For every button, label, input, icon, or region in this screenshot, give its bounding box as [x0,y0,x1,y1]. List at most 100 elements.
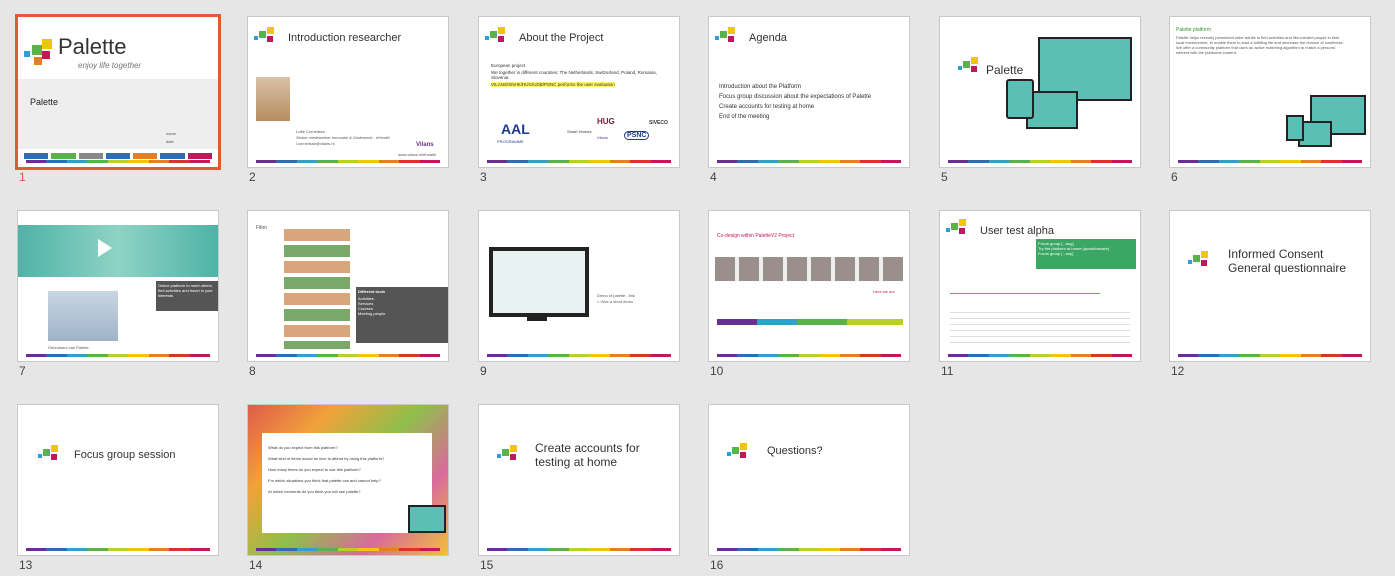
palette-logo-icon [946,219,968,239]
slide-thumbnail-9[interactable]: Demo of palette - link > Give a short de… [478,210,684,382]
slide-7-preview[interactable]: Online platform to meet others, find act… [17,210,219,362]
slide-thumbnail-10[interactable]: Co-design within PaletteV2 Project Here … [708,210,914,382]
slide-15-title: Create accounts for testing at home [535,441,640,469]
slide-sorter-grid: Palette enjoy life together Palette name… [0,0,1395,572]
researcher-photo [256,77,290,121]
slide-number: 10 [710,364,724,378]
slide-thumbnail-12[interactable]: Informed Consent General questionnaire 1… [1169,210,1375,382]
palette-logo-icon [1188,251,1210,271]
slide-6-title: Palette platform [1176,27,1212,33]
slide-thumbnail-4[interactable]: Agenda Introduction about the Platform F… [708,16,914,188]
slide-2-preview[interactable]: Introduction researcher Lotte Cornelisse… [247,16,449,168]
tools-box: Different tools Activities Services Cour… [356,287,448,343]
bullet: European project [491,63,526,68]
slide-thumbnail-3[interactable]: About the Project European project We to… [478,16,684,188]
bullet: What do you expect from this platform? [268,445,338,450]
slide-3-preview[interactable]: About the Project European project We to… [478,16,680,168]
website-hero-image [18,225,218,277]
older-man-photo [48,291,118,341]
slide-11-preview[interactable]: User test alpha Focus group [...aug] Try… [939,210,1141,362]
slide-thumbnail-6[interactable]: Palette platform Palette helps recently … [1169,16,1375,188]
aal-logo: AAL [501,121,530,137]
tools-box-title: Different tools [358,289,386,294]
play-icon[interactable] [98,239,112,257]
slide-thumbnail-1[interactable]: Palette enjoy life together Palette name… [15,14,223,188]
slide-8-filter-label: Filter [256,225,268,231]
slide-thumbnail-5[interactable]: Palette 5 [939,16,1145,188]
tablet-mockup [1286,115,1304,141]
rainbow-bar [256,160,440,163]
slide-thumbnail-8[interactable]: Filter Different tools Activities Servic… [247,210,453,382]
slide-thumbnail-14[interactable]: What do you expect from this platform? W… [247,404,453,576]
slide-10-preview[interactable]: Co-design within PaletteV2 Project Here … [708,210,910,362]
slide-number: 13 [19,558,33,572]
slide-13-title: Focus group session [74,449,176,461]
palette-logo-icon [24,39,54,67]
rainbow-bar [717,548,901,551]
slide-thumbnail-13[interactable]: Focus group session 13 [17,404,223,576]
slide-14-preview[interactable]: What do you expect from this platform? W… [247,404,449,556]
slide-1-preview[interactable]: Palette enjoy life together Palette name… [15,14,221,170]
slide-8-preview[interactable]: Filter Different tools Activities Servic… [247,210,449,362]
slide-6-body: Palette helps recently pensioned older a… [1176,35,1344,55]
slide-number: 11 [941,364,954,378]
slide-3-bullets: European project We together in differen… [491,63,671,89]
slide-number: 8 [249,364,256,378]
rainbow-bar [717,160,901,163]
rainbow-bar [1178,160,1362,163]
slide-15-preview[interactable]: Create accounts for testing at home [478,404,680,556]
slide-number: 2 [249,170,256,184]
rainbow-bar [26,354,210,357]
rainbow-bar [948,354,1132,357]
tablet-mockup [1006,79,1034,119]
slide-12-preview[interactable]: Informed Consent General questionnaire [1169,210,1371,362]
slide-1-subtitle: Palette [30,97,59,107]
hug-logo: HUG [597,117,615,126]
slide-5-preview[interactable]: Palette [939,16,1141,168]
rainbow-bar [948,160,1132,163]
slide-4-title: Agenda [749,32,787,44]
slide-number: 15 [480,558,494,572]
rainbow-bar [1178,354,1362,357]
aal-programme-label: PROGRAMME [497,139,524,144]
monitor-stand-icon [527,313,547,321]
photo-strip [715,257,903,281]
slide-13-preview[interactable]: Focus group session [17,404,219,556]
siveco-logo: SIVECO [649,120,668,126]
palette-logo-icon [715,27,737,47]
caption-box: Online platform to meet others, find act… [156,281,218,311]
slide-thumbnail-16[interactable]: Questions? 16 [708,404,914,576]
researcher-name: Lotte Cornelisse [296,129,325,134]
slide-6-preview[interactable]: Palette platform Palette helps recently … [1169,16,1371,168]
bullet: What kind of items would be nice to atte… [268,456,385,461]
slide-4-preview[interactable]: Agenda Introduction about the Platform F… [708,16,910,168]
slide-16-title: Questions? [767,445,823,457]
bullet: We together in different countries; The … [491,70,657,80]
bullet: End of the meeting [719,114,770,120]
timeline-line [950,293,1100,294]
slide-thumbnail-11[interactable]: User test alpha Focus group [...aug] Try… [939,210,1145,382]
slide-14-bullets: What do you expect from this platform? W… [268,445,432,496]
slide-16-preview[interactable]: Questions? [708,404,910,556]
bullet: Introduction about the Platform [719,84,802,90]
slide-1-field-date: date [166,139,174,144]
slide-number: 14 [249,558,263,572]
vilans-logo: Vilans [597,135,608,140]
slide-number: 5 [941,170,948,184]
demo-subtext: > Give a short demo [597,299,634,304]
palette-logo-icon [497,445,519,465]
slide-1-tagline: enjoy life together [78,61,142,70]
slide-number: 12 [1171,364,1185,378]
slide-9-preview[interactable]: Demo of palette - link > Give a short de… [478,210,680,362]
rainbow-bar [487,160,671,163]
smart-homes-logo: Smart Homes [567,129,592,134]
slide-11-title: User test alpha [980,225,1054,237]
slide-thumbnail-2[interactable]: Introduction researcher Lotte Cornelisse… [247,16,453,188]
slide-thumbnail-15[interactable]: Create accounts for testing at home 15 [478,404,684,576]
bullet: How many times do you expect to use this… [268,467,361,472]
slide-number: 4 [710,170,717,184]
process-line [717,319,903,325]
slide-5-title: Palette [986,63,1024,77]
slide-thumbnail-7[interactable]: Online platform to meet others, find act… [17,210,223,382]
timeline-table [950,307,1130,347]
